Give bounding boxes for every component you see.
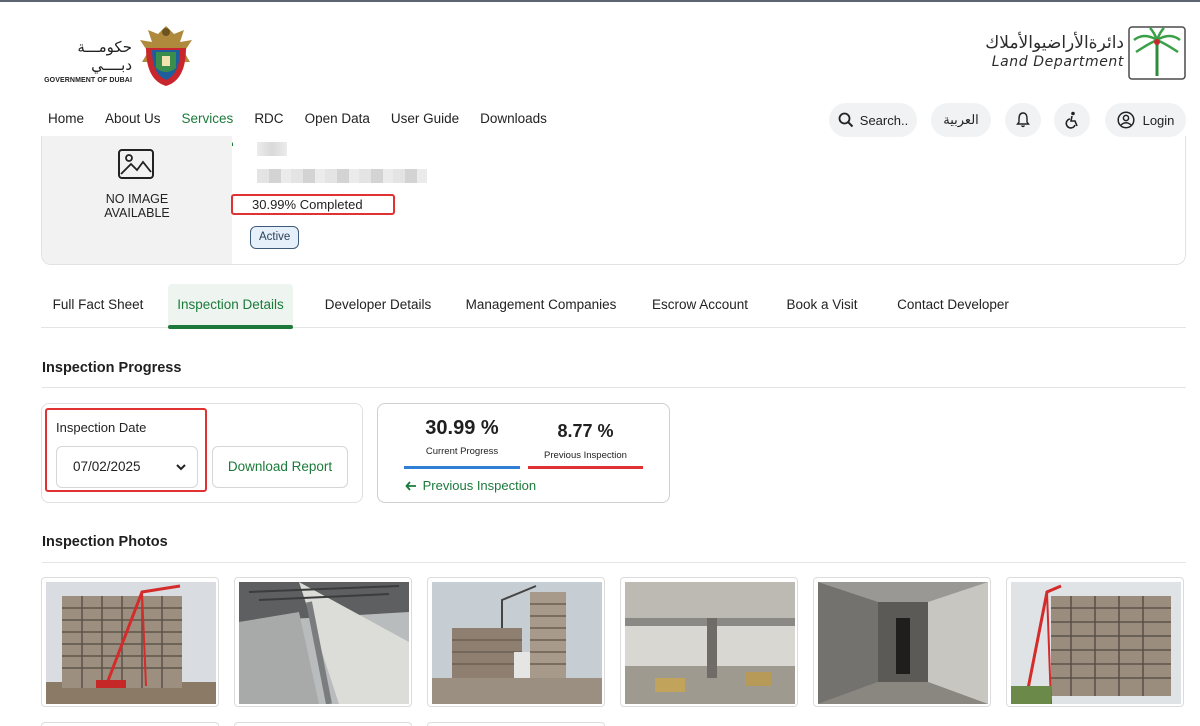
no-image-text: NO IMAGE AVAILABLE (42, 192, 232, 220)
redacted-project-name (257, 142, 287, 156)
inspection-photos-title: Inspection Photos (42, 534, 168, 550)
ld-logo-text: دائرةالأراضيوالأملاك Land Department (985, 32, 1124, 70)
inspection-photo[interactable] (620, 577, 798, 707)
inspection-progress-title: Inspection Progress (42, 360, 182, 376)
inspection-photo[interactable] (234, 577, 412, 707)
previous-inspection-link[interactable]: Previous Inspection (405, 478, 536, 493)
current-progress-bar (404, 466, 520, 469)
ld-name-english: Land Department (991, 54, 1124, 70)
gov-name-arabic: حكومـــة دبــــي (77, 38, 132, 74)
construction-photo-3 (432, 582, 602, 704)
construction-photo-1 (46, 582, 216, 704)
language-toggle-button[interactable]: العربية (931, 103, 991, 137)
project-image-placeholder: NO IMAGE AVAILABLE (42, 136, 232, 264)
tab-inspection-details[interactable]: Inspection Details (168, 284, 293, 329)
tab-contact-developer[interactable]: Contact Developer (886, 284, 1020, 328)
image-placeholder-icon (118, 149, 154, 179)
falcon-emblem-icon (140, 26, 192, 86)
construction-photo-6 (1011, 582, 1181, 704)
login-label: Login (1142, 112, 1175, 128)
redacted-project-location (257, 169, 427, 183)
government-of-dubai-logo[interactable]: حكومـــة دبــــي GOVERNMENT OF DUBAI (40, 22, 200, 88)
search-button[interactable]: Search.. (829, 103, 917, 137)
previous-inspection-label: Previous Inspection (544, 450, 627, 461)
inspection-photo[interactable] (427, 577, 605, 707)
tab-developer-details[interactable]: Developer Details (311, 284, 445, 328)
tab-management-companies[interactable]: Management Companies (461, 284, 621, 328)
inspection-photo[interactable] (813, 577, 991, 707)
current-progress-value: 30.99 % (425, 417, 499, 439)
notifications-button[interactable] (1005, 103, 1041, 137)
download-report-button[interactable]: Download Report (212, 446, 348, 488)
accessibility-button[interactable] (1054, 103, 1090, 137)
no-image-line1: NO IMAGE (105, 192, 169, 206)
status-badge: Active (250, 226, 300, 249)
gov-name-english: GOVERNMENT OF DUBAI (44, 77, 132, 84)
bell-icon (1016, 112, 1030, 128)
section-divider (42, 387, 1186, 388)
language-label: العربية (943, 112, 979, 127)
completion-percentage: 30.99% Completed (231, 194, 395, 215)
arrow-left-icon (405, 481, 416, 491)
user-icon (1117, 111, 1135, 129)
gov-logo-text: حكومـــة دبــــي GOVERNMENT OF DUBAI (40, 38, 132, 84)
previous-inspection-value: 8.77 % (557, 421, 614, 441)
section-divider (42, 562, 1186, 563)
inspection-photo[interactable] (41, 577, 219, 707)
no-image-line2: AVAILABLE (104, 206, 170, 220)
inspection-date-select[interactable]: 07/02/2025 (56, 446, 198, 488)
tab-escrow-account[interactable]: Escrow Account (641, 284, 759, 328)
palm-tree-icon (1128, 26, 1186, 80)
construction-photo-5 (818, 582, 988, 704)
inspection-photo[interactable] (41, 722, 219, 726)
previous-inspection-link-label: Previous Inspection (422, 478, 537, 493)
project-summary-card: NO IMAGE AVAILABLE 30.99% Completed Acti… (41, 136, 1186, 265)
inspection-photo[interactable] (1006, 577, 1184, 707)
project-tabs: Full Fact Sheet Inspection Details Devel… (41, 284, 1186, 329)
previous-inspection-bar (528, 466, 643, 469)
inspection-date-label: Inspection Date (56, 420, 147, 435)
ld-name-arabic: دائرةالأراضيوالأملاك (985, 33, 1124, 53)
construction-photo-4 (625, 582, 795, 704)
inspection-photo[interactable] (234, 722, 412, 726)
search-label: Search.. (859, 112, 909, 128)
accessibility-icon (1065, 111, 1078, 129)
land-department-logo[interactable]: دائرةالأراضيوالأملاك Land Department (966, 26, 1186, 82)
inspection-photo[interactable] (427, 722, 605, 726)
chevron-down-icon (176, 464, 186, 471)
top-border (0, 0, 1200, 2)
construction-photo-2 (239, 582, 409, 704)
current-progress-label: Current Progress (425, 446, 499, 457)
search-icon (838, 112, 853, 128)
tab-full-fact-sheet[interactable]: Full Fact Sheet (41, 284, 155, 328)
tab-book-a-visit[interactable]: Book a Visit (777, 284, 867, 328)
inspection-date-value: 07/02/2025 (73, 459, 141, 474)
login-button[interactable]: Login (1105, 103, 1186, 137)
